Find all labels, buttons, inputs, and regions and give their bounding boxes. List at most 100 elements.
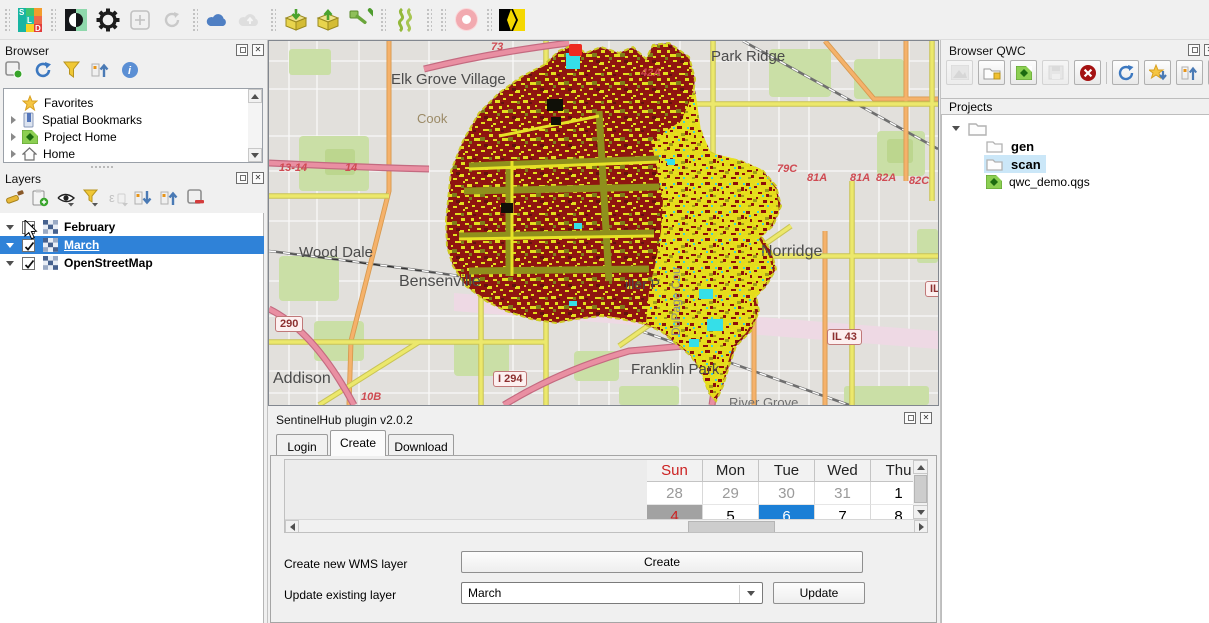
- close-panel-button[interactable]: ✕: [920, 412, 932, 424]
- qwc-services-icon[interactable]: [499, 7, 525, 33]
- scroll-right-button[interactable]: [914, 520, 928, 533]
- calendar-date-cell[interactable]: 29: [703, 482, 759, 505]
- tab-download[interactable]: Download: [388, 434, 454, 456]
- settings-gear-icon[interactable]: [95, 7, 121, 33]
- scroll-down-button[interactable]: [248, 148, 262, 162]
- calendar-date-cell[interactable]: 1: [871, 482, 913, 505]
- layer-row-openstreetmap[interactable]: OpenStreetMap: [0, 254, 264, 272]
- refresh-icon[interactable]: [1112, 60, 1139, 85]
- results-viewer-icon[interactable]: [453, 7, 479, 33]
- map-junction-label: 81A: [807, 172, 827, 184]
- add-layer-icon[interactable]: [4, 60, 24, 80]
- collapse-caret[interactable]: [6, 243, 14, 248]
- calendar-date-cell[interactable]: 31: [815, 482, 871, 505]
- toolbar-grip[interactable]: [426, 8, 432, 32]
- sld-plugin-icon[interactable]: SLD: [17, 7, 43, 33]
- toolbar-grip[interactable]: [380, 8, 386, 32]
- collapse-all-icon[interactable]: [160, 188, 180, 208]
- layer-select-dropdown[interactable]: March: [461, 582, 763, 604]
- toolbar-grip[interactable]: [50, 8, 56, 32]
- update-button[interactable]: Update: [773, 582, 865, 604]
- cloud-storage-icon[interactable]: [205, 7, 231, 33]
- map-canvas[interactable]: Elk Grove Village Park Ridge Wood Dale B…: [268, 40, 939, 406]
- browser-item-home[interactable]: Home: [6, 145, 246, 163]
- float-panel-button[interactable]: [236, 172, 248, 184]
- calendar-date-cell[interactable]: 4: [647, 505, 703, 519]
- calendar-date-cell[interactable]: 7: [815, 505, 871, 519]
- new-project-icon[interactable]: [1010, 60, 1037, 85]
- calendar-widget[interactable]: Sun Mon Tue Wed Thu 28 29 30 31 1 4: [284, 459, 928, 533]
- expand-all-icon[interactable]: [134, 188, 154, 208]
- scroll-left-button[interactable]: [285, 520, 299, 533]
- info-icon[interactable]: i: [120, 60, 140, 80]
- close-panel-button[interactable]: ✕: [1204, 44, 1209, 56]
- qwc-item-scan[interactable]: scan: [984, 155, 1046, 173]
- collapse-all-icon[interactable]: [1176, 60, 1203, 85]
- saga-provider-icon[interactable]: [393, 7, 419, 33]
- close-panel-button[interactable]: ✕: [252, 44, 264, 56]
- calendar-date-cell[interactable]: 8: [871, 505, 913, 519]
- create-button[interactable]: Create: [461, 551, 863, 573]
- calendar-date-cell-selected[interactable]: 6: [759, 505, 815, 519]
- add-group-icon[interactable]: [30, 188, 50, 208]
- scrollbar-thumb[interactable]: [688, 521, 775, 533]
- calendar-date-cell[interactable]: 5: [703, 505, 759, 519]
- scrollbar-thumb[interactable]: [914, 475, 927, 503]
- close-panel-button[interactable]: ✕: [252, 172, 264, 184]
- manage-visibility-icon[interactable]: [56, 188, 76, 208]
- collapse-caret[interactable]: [6, 225, 14, 230]
- new-folder-icon[interactable]: [978, 60, 1005, 85]
- tab-create[interactable]: Create: [330, 430, 386, 456]
- expand-caret[interactable]: [11, 116, 16, 124]
- collapse-all-icon[interactable]: [91, 60, 111, 80]
- map-label-city: Bensenville: [399, 273, 481, 291]
- dropdown-divider: [739, 585, 740, 603]
- tab-login[interactable]: Login: [276, 434, 328, 456]
- expand-caret[interactable]: [11, 133, 16, 141]
- remove-layer-icon[interactable]: [186, 188, 206, 208]
- qwc-root-folder[interactable]: [942, 119, 1202, 137]
- toolbar-grip[interactable]: [440, 8, 446, 32]
- filter-legend-icon[interactable]: [82, 188, 102, 208]
- browser-item-favorites[interactable]: Favorites: [6, 94, 246, 112]
- create-wms-label: Create new WMS layer: [284, 557, 407, 571]
- qwc-item-gen[interactable]: gen: [986, 137, 1186, 155]
- import-project-icon[interactable]: [1144, 60, 1171, 85]
- browser-item-label: Spatial Bookmarks: [42, 113, 142, 127]
- toolbar-grip[interactable]: [486, 8, 492, 32]
- calendar-vscrollbar[interactable]: [913, 460, 928, 519]
- toolbar-grip[interactable]: [270, 8, 276, 32]
- toolbar-grip[interactable]: [192, 8, 198, 32]
- scroll-down-button[interactable]: [913, 505, 928, 519]
- repo-commit-icon[interactable]: [315, 7, 341, 33]
- map-road-shield: IL: [925, 281, 939, 297]
- layer-checkbox[interactable]: [22, 257, 35, 270]
- calendar-table[interactable]: Sun Mon Tue Wed Thu 28 29 30 31 1 4: [647, 460, 913, 519]
- float-panel-button[interactable]: [236, 44, 248, 56]
- delete-icon[interactable]: [1074, 60, 1101, 85]
- scroll-up-button[interactable]: [913, 460, 928, 474]
- browser-item-spatial-bookmarks[interactable]: Spatial Bookmarks: [6, 111, 246, 129]
- collapse-caret[interactable]: [952, 126, 960, 131]
- build-tools-icon[interactable]: [347, 7, 373, 33]
- expand-caret[interactable]: [11, 150, 16, 158]
- calendar-date-cell[interactable]: 30: [759, 482, 815, 505]
- scrollbar-track[interactable]: [248, 103, 262, 148]
- float-panel-button[interactable]: [904, 412, 916, 424]
- repo-checkout-icon[interactable]: [283, 7, 309, 33]
- plugin-window-buttons: ✕: [904, 412, 932, 424]
- layer-effects-icon[interactable]: [63, 7, 89, 33]
- calendar-hscrollbar[interactable]: [285, 519, 928, 533]
- qwc-item-qwc-demo[interactable]: qwc_demo.qgs: [986, 173, 1186, 191]
- filter-icon[interactable]: [62, 60, 82, 80]
- refresh-icon[interactable]: [33, 60, 53, 80]
- calendar-date-cell[interactable]: 28: [647, 482, 703, 505]
- toolbar-grip[interactable]: [4, 8, 10, 32]
- layer-styling-icon[interactable]: [4, 188, 24, 208]
- float-panel-button[interactable]: [1188, 44, 1200, 56]
- qgis-window: SLD: [0, 0, 1209, 623]
- collapse-caret[interactable]: [6, 261, 14, 266]
- scroll-up-button[interactable]: [248, 89, 262, 103]
- chevron-down-icon: [747, 591, 755, 596]
- browser-item-project-home[interactable]: Project Home: [6, 128, 246, 146]
